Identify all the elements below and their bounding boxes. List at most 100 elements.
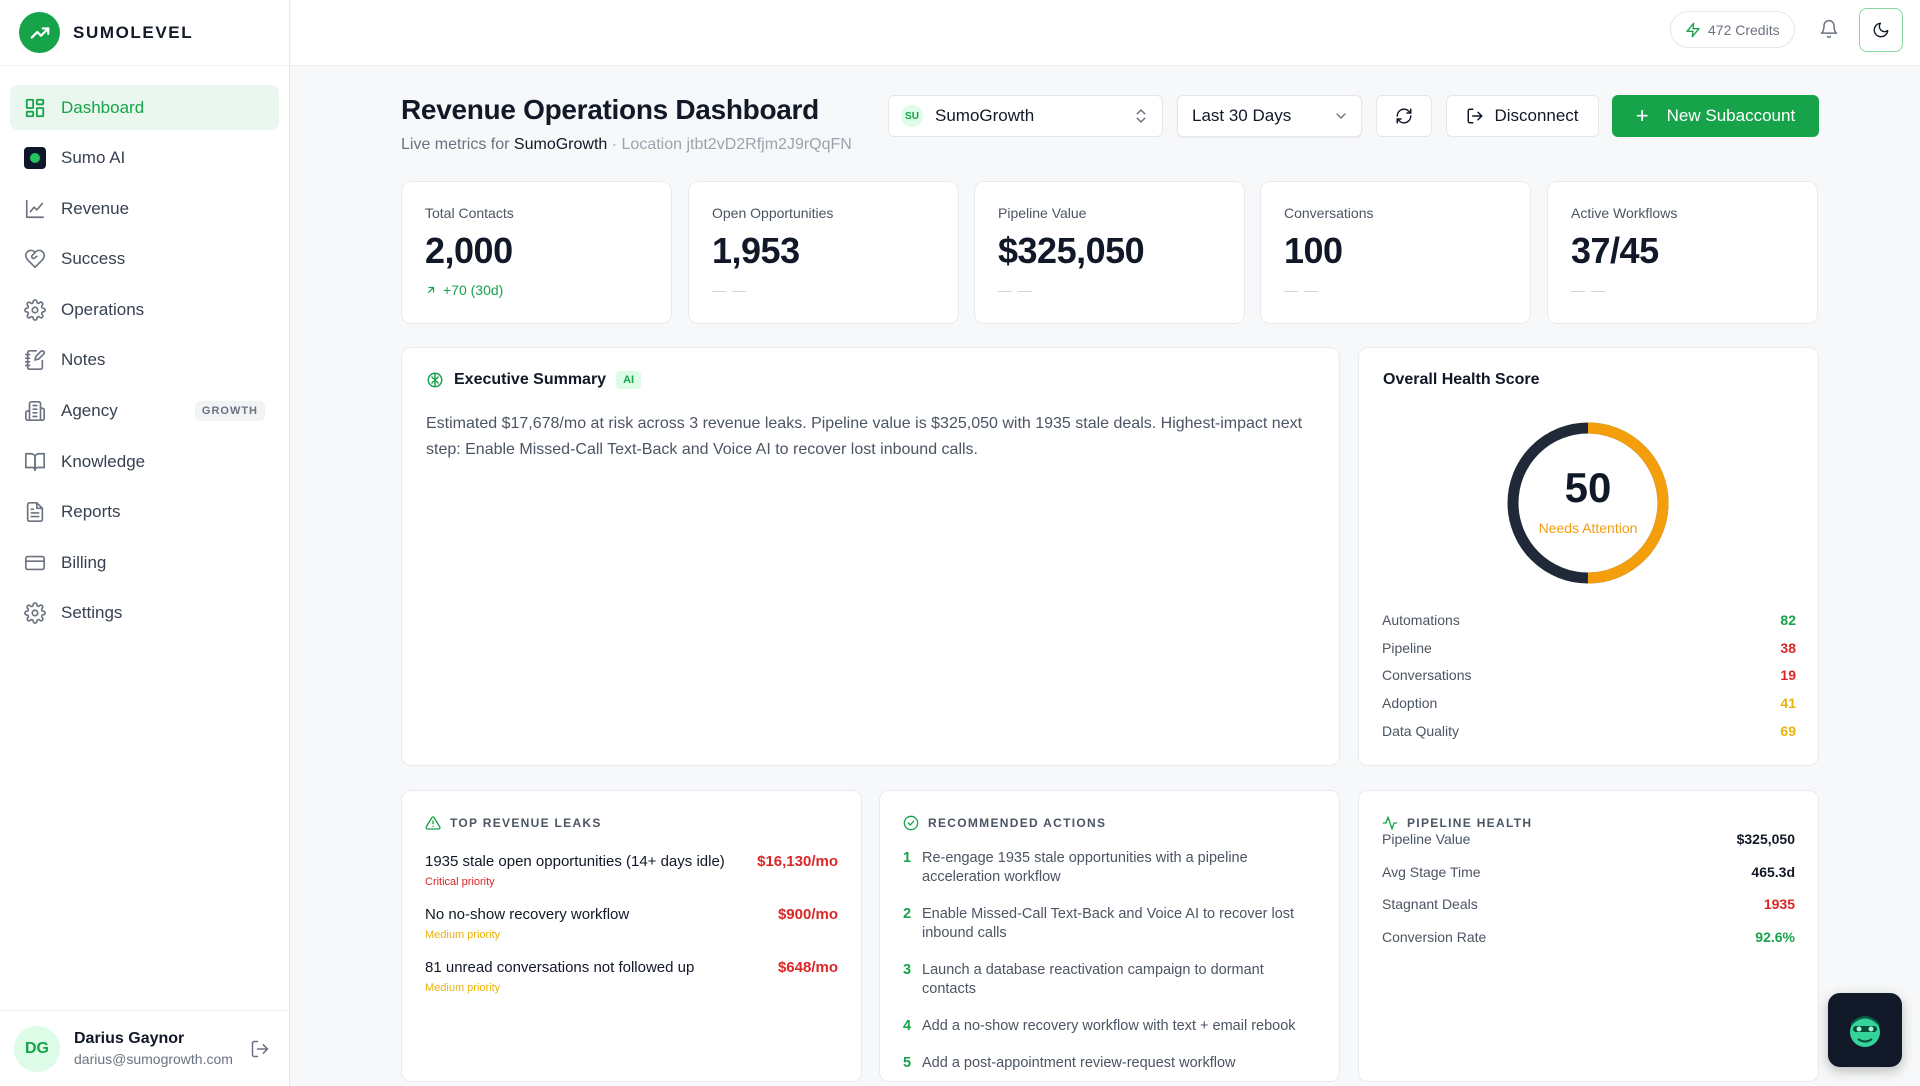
gear-icon [24,298,46,321]
theme-toggle-button[interactable] [1859,8,1903,52]
disconnect-button[interactable]: Disconnect [1446,95,1599,137]
credit-card-icon [24,552,46,574]
pipeline-row: Pipeline Value $325,050 [1382,831,1795,864]
action-text: Launch a database reactivation campaign … [922,962,1264,997]
ai-assistant-button[interactable] [1828,993,1902,1067]
sidebar-item-knowledge[interactable]: Knowledge [10,439,279,484]
logout-icon[interactable] [248,1037,272,1061]
date-range-select[interactable]: Last 30 Days [1177,95,1362,137]
sidebar-item-agency[interactable]: Agency GROWTH [10,389,279,434]
credits-pill[interactable]: 472 Credits [1670,11,1795,48]
sidebar-item-label: Billing [61,552,107,572]
list-item[interactable]: 4 Add a no-show recovery workflow with te… [903,1017,1316,1036]
pipeline-row-label: Stagnant Deals [1382,896,1478,912]
health-row-value: 38 [1780,639,1796,656]
list-item[interactable]: 1 Re-engage 1935 stale opportunities with… [903,849,1316,887]
account-chip: SU [901,105,923,127]
list-item[interactable]: 81 unread conversations not followed up M… [425,959,838,994]
user-email: darius@sumogrowth.com [74,1051,233,1067]
sidebar-item-operations[interactable]: Operations [10,287,279,332]
sidebar-item-sumo-ai[interactable]: Sumo AI [10,136,279,181]
action-number: 5 [903,1055,912,1071]
leak-priority: Medium priority [425,982,501,994]
kpi-value: 37/45 [1571,230,1659,271]
health-row: Adoption 41 [1382,695,1796,723]
pipeline-row: Avg Stage Time 465.3d [1382,864,1795,897]
sidebar-item-notes[interactable]: Notes [10,338,279,383]
recommended-actions-title: RECOMMENDED ACTIONS [928,816,1107,830]
health-row: Data Quality 69 [1382,723,1796,751]
building-icon [24,400,46,422]
leak-text: 1935 stale open opportunities (14+ days … [425,853,725,870]
kpi-card-pipeline-value: Pipeline Value $325,050 — — [974,181,1245,324]
list-item[interactable]: No no-show recovery workflow Medium prior… [425,906,838,941]
health-row-value: 41 [1780,695,1796,712]
dashboard-icon [24,97,46,119]
recommended-actions-card: RECOMMENDED ACTIONS 1 Re-engage 1935 stal… [879,790,1340,1082]
pipeline-row-value: 1935 [1763,896,1795,912]
brand[interactable]: SUMOLEVEL [0,0,289,66]
avatar: DG [14,1025,60,1072]
list-item[interactable]: 3 Launch a database reactivation campaign… [903,961,1316,999]
sidebar-item-reports[interactable]: Reports [10,490,279,535]
robot-mascot-icon [1850,1016,1880,1047]
sidebar-item-dashboard[interactable]: Dashboard [10,85,279,130]
pipeline-health-title: PIPELINE HEALTH [1407,816,1533,830]
check-circle-icon [903,815,919,831]
credits-label: 472 Credits [1708,21,1780,38]
leak-priority: Medium priority [425,929,501,941]
arrow-up-right-icon [427,286,435,294]
kpi-value: 1,953 [712,230,800,271]
kpi-card-open-opportunities: Open Opportunities 1,953 — — [688,181,959,324]
action-text: Add a post-appointment review-request wo… [922,1055,1236,1071]
action-number: 3 [903,962,912,978]
plus-icon: + [1635,103,1649,128]
sidebar-item-label: Settings [61,603,123,623]
health-row-value: 82 [1780,612,1796,628]
list-item[interactable]: 2 Enable Missed-Call Text-Back and Voice … [903,905,1316,943]
book-icon [24,451,46,473]
action-text: Add a no-show recovery workflow with tex… [922,1018,1296,1034]
refresh-button[interactable] [1376,95,1432,137]
list-item[interactable]: 5 Add a post-appointment review-request w… [903,1054,1316,1073]
chevrons-up-down-icon [1136,109,1146,123]
action-number: 2 [903,906,912,922]
growth-badge: GROWTH [194,401,265,422]
brand-name: SUMOLEVEL [73,22,194,42]
page-subtitle: Live metrics for SumoGrowth · Location j… [401,136,852,154]
list-item[interactable]: 1935 stale open opportunities (14+ days … [425,853,838,888]
sidebar-nav: Dashboard Sumo AI Revenue Success Operat… [0,66,289,636]
leak-text: No no-show recovery workflow [425,906,630,923]
sidebar-item-settings[interactable]: Settings [10,591,279,636]
health-row: Automations 82 [1382,612,1796,640]
kpi-card-conversations: Conversations 100 — — [1260,181,1531,324]
new-subaccount-label: New Subaccount [1666,106,1796,125]
pipeline-row: Stagnant Deals 1935 [1382,896,1795,929]
revenue-leaks-header: TOP REVENUE LEAKS [425,815,838,831]
sidebar-item-label: Revenue [61,198,130,218]
kpi-label: Active Workflows [1571,205,1678,221]
logout-arrow-icon [1467,108,1483,124]
user-profile: DG Darius Gaynor darius@sumogrowth.com [0,1010,289,1086]
kpi-label: Pipeline Value [998,205,1087,221]
leak-priority: Critical priority [425,876,495,888]
health-score-status: Needs Attention [1538,520,1638,536]
sidebar-item-revenue[interactable]: Revenue [10,186,279,231]
kpi-trend-value: +70 (30d) [443,282,504,298]
sidebar: SUMOLEVEL Dashboard Sumo AI Revenue Succ… [0,0,290,1086]
executive-summary-text: Estimated $17,678/mo at risk across 3 re… [426,415,1303,458]
sidebar-item-success[interactable]: Success [10,237,279,282]
subtitle-prefix: Live metrics for [401,136,510,153]
new-subaccount-button[interactable]: + New Subaccount [1612,95,1819,137]
executive-summary-title: Executive Summary [454,371,607,388]
pipeline-row: Conversion Rate 92.6% [1382,929,1795,962]
leak-text: 81 unread conversations not followed up [425,959,695,976]
pipeline-row-label: Avg Stage Time [1382,863,1481,880]
sidebar-item-billing[interactable]: Billing [10,540,279,585]
user-name: Darius Gaynor [74,1030,185,1047]
bell-icon[interactable] [1819,19,1841,41]
notes-icon [24,349,46,371]
account-select[interactable]: SU SumoGrowth [888,95,1163,137]
date-range-value: Last 30 Days [1192,106,1292,125]
kpi-label: Conversations [1284,205,1374,221]
